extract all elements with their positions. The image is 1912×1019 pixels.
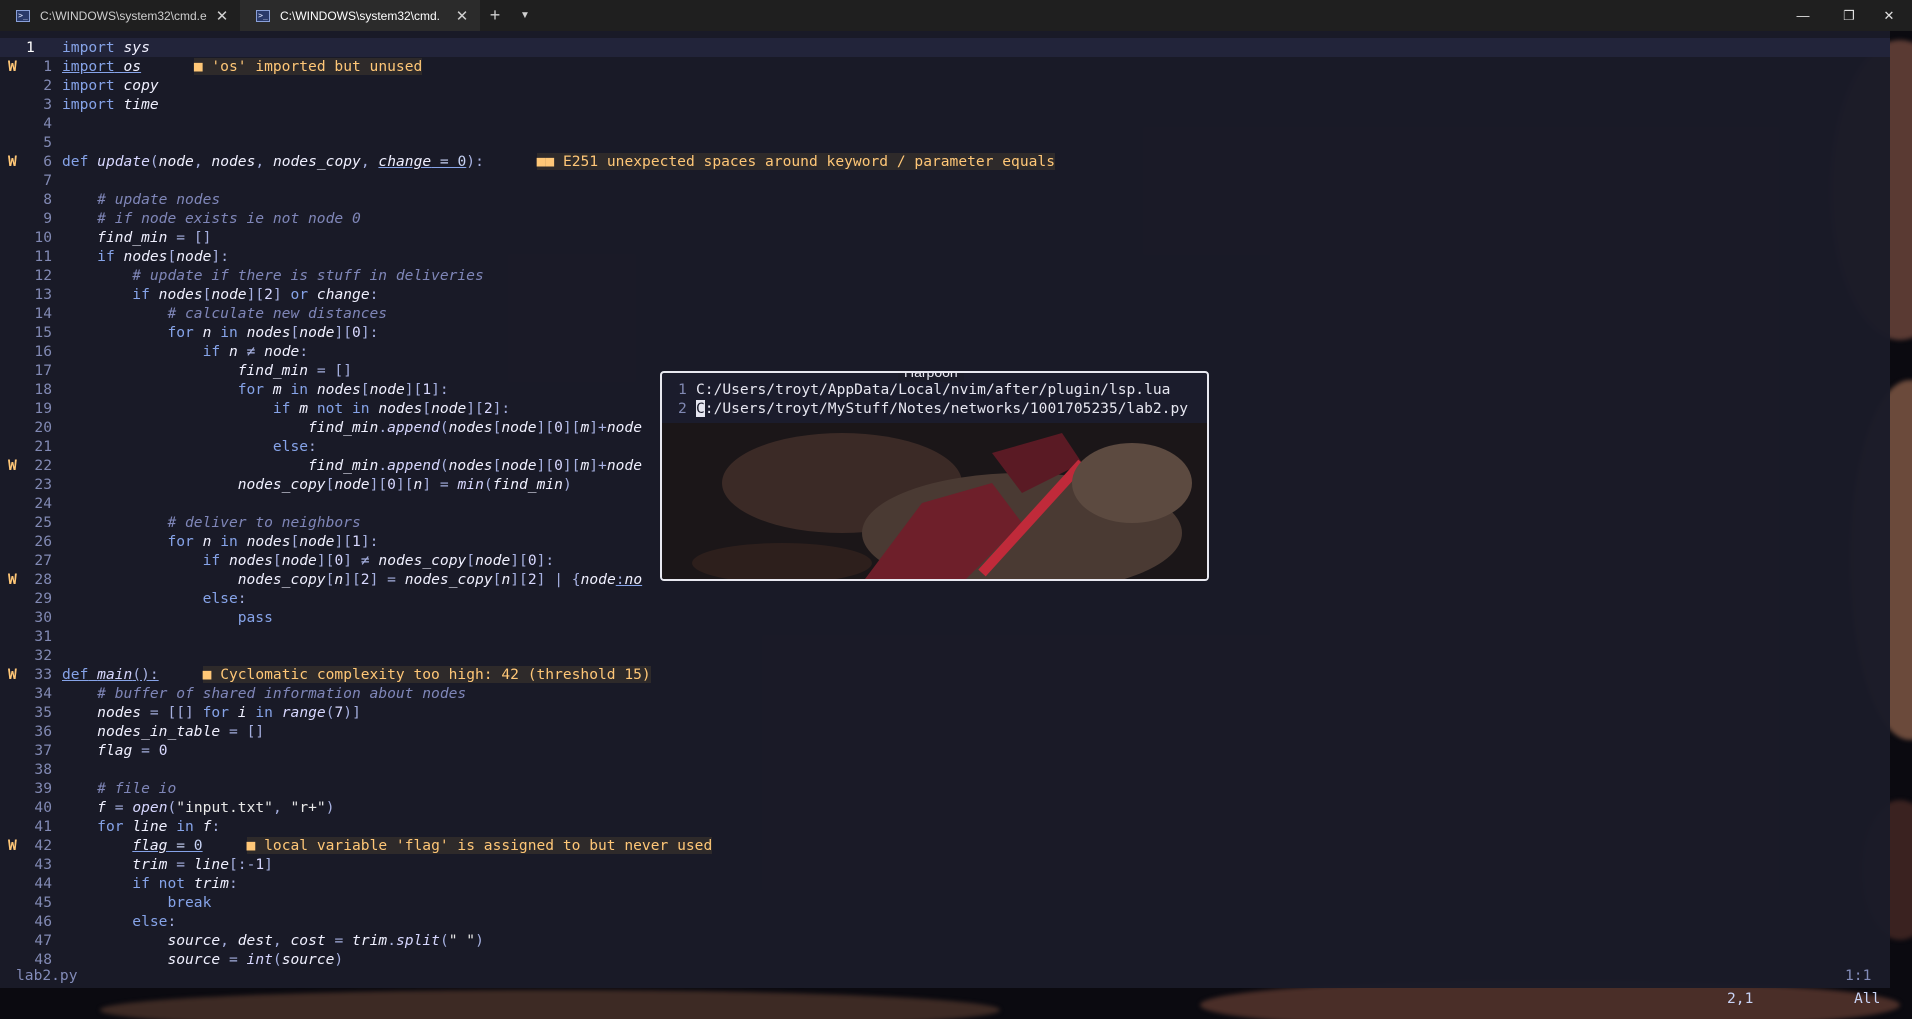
tab-cmd-1[interactable]: >_ C:\WINDOWS\system32\cmd.e ✕	[0, 0, 240, 31]
text-cursor: C	[696, 400, 705, 417]
code-line: 45 break	[34, 894, 212, 911]
code-line: 8 # update nodes	[43, 191, 221, 208]
wallpaper-art	[662, 423, 1207, 579]
new-tab-button[interactable]: +	[480, 0, 510, 31]
code-line: W 6 def update(node, nodes, nodes_copy, ch…	[8, 153, 1055, 170]
code-line: 2 import copy	[43, 77, 159, 94]
code-line: 7	[43, 172, 52, 189]
close-tab-icon[interactable]: ✕	[452, 7, 472, 25]
code-line: 14 # calculate new distances	[34, 305, 388, 322]
minimize-button[interactable]: —	[1780, 0, 1826, 31]
ruler: 2,1	[1727, 990, 1754, 1007]
tab-dropdown-button[interactable]: ▼	[510, 0, 540, 31]
warning-sign: W	[8, 571, 17, 588]
warning-sign: W	[8, 153, 17, 170]
code-line: 46 else:	[34, 913, 177, 930]
warning-sign: W	[8, 457, 17, 474]
code-line: 10 find_min = []	[34, 229, 212, 246]
code-line: 32	[34, 647, 52, 664]
tab-title: C:\WINDOWS\system32\cmd.e	[40, 8, 207, 23]
code-line: 13 if nodes[node][2] or change:	[34, 286, 379, 303]
close-window-button[interactable]: ✕	[1866, 0, 1912, 31]
code-line: 3 import time	[43, 96, 159, 113]
status-line: lab2.py 1:1	[0, 966, 1890, 985]
close-tab-icon[interactable]: ✕	[212, 7, 232, 25]
code-line: 34 # buffer of shared information about …	[34, 685, 467, 702]
code-line: 47 source, dest, cost = trim.split(" ")	[34, 932, 484, 949]
code-line: W 42 flag = 0 ■ local variable 'flag' is …	[8, 837, 713, 854]
harpoon-menu[interactable]: Harpoon 1 C:/Users/troyt/AppData/Local/nv…	[660, 371, 1209, 581]
code-line: 4	[43, 115, 52, 132]
code-line: 44 if not trim:	[34, 875, 238, 892]
code-line: 41 for line in f:	[34, 818, 221, 835]
code-line: W 1 import os ■ 'os' imported but unused	[8, 58, 423, 75]
warning-sign: W	[8, 837, 17, 854]
harpoon-item[interactable]: 2 C:/Users/troyt/MyStuff/Notes/networks/1…	[678, 399, 1188, 418]
warning-sign: W	[8, 58, 17, 75]
code-line: 38	[34, 761, 52, 778]
terminal-icon: >_	[256, 9, 270, 22]
warning-sign: W	[8, 666, 17, 683]
code-line: 40 f = open("input.txt", "r+")	[34, 799, 335, 816]
terminal-titlebar: >_ C:\WINDOWS\system32\cmd.e ✕ >_ C:\WIN…	[0, 0, 1912, 31]
tab-cmd-2[interactable]: >_ C:\WINDOWS\system32\cmd. ✕	[240, 0, 480, 31]
scroll-indicator: All	[1854, 990, 1881, 1007]
code-line: 29 else:	[34, 590, 247, 607]
code-line: 31	[34, 628, 52, 645]
cursor-position: 1:1	[1845, 967, 1872, 984]
code-line: 12 # update if there is stuff in deliver…	[34, 267, 484, 284]
code-line: 15 for n in nodes[node][0]:	[34, 324, 379, 341]
code-line: 11 if nodes[node]:	[34, 248, 229, 265]
code-line: 1 import sys	[0, 38, 1890, 57]
code-line: W 33 def main(): ■ Cyclomatic complexity t…	[8, 666, 651, 683]
terminal-icon: >_	[16, 9, 30, 22]
code-line: 9 # if node exists ie not node 0	[43, 210, 361, 227]
harpoon-item[interactable]: 1 C:/Users/troyt/AppData/Local/nvim/after…	[678, 380, 1170, 399]
code-line: 5	[43, 134, 52, 151]
tab-title: C:\WINDOWS\system32\cmd.	[280, 8, 441, 23]
code-line: 30 pass	[34, 609, 273, 626]
code-line: 37 flag = 0	[34, 742, 168, 759]
code-line: 16 if n ≠ node:	[34, 343, 309, 360]
command-line[interactable]: 2,1 All	[0, 988, 1912, 1019]
harpoon-title: Harpoon	[898, 373, 964, 382]
code-line: 36 nodes_in_table = []	[34, 723, 265, 740]
code-line: 43 trim = line[:-1]	[34, 856, 273, 873]
file-name: lab2.py	[16, 967, 78, 984]
code-line: 39 # file io	[34, 780, 177, 797]
code-line: 35 nodes = [[] for i in range(7)]	[34, 704, 361, 721]
